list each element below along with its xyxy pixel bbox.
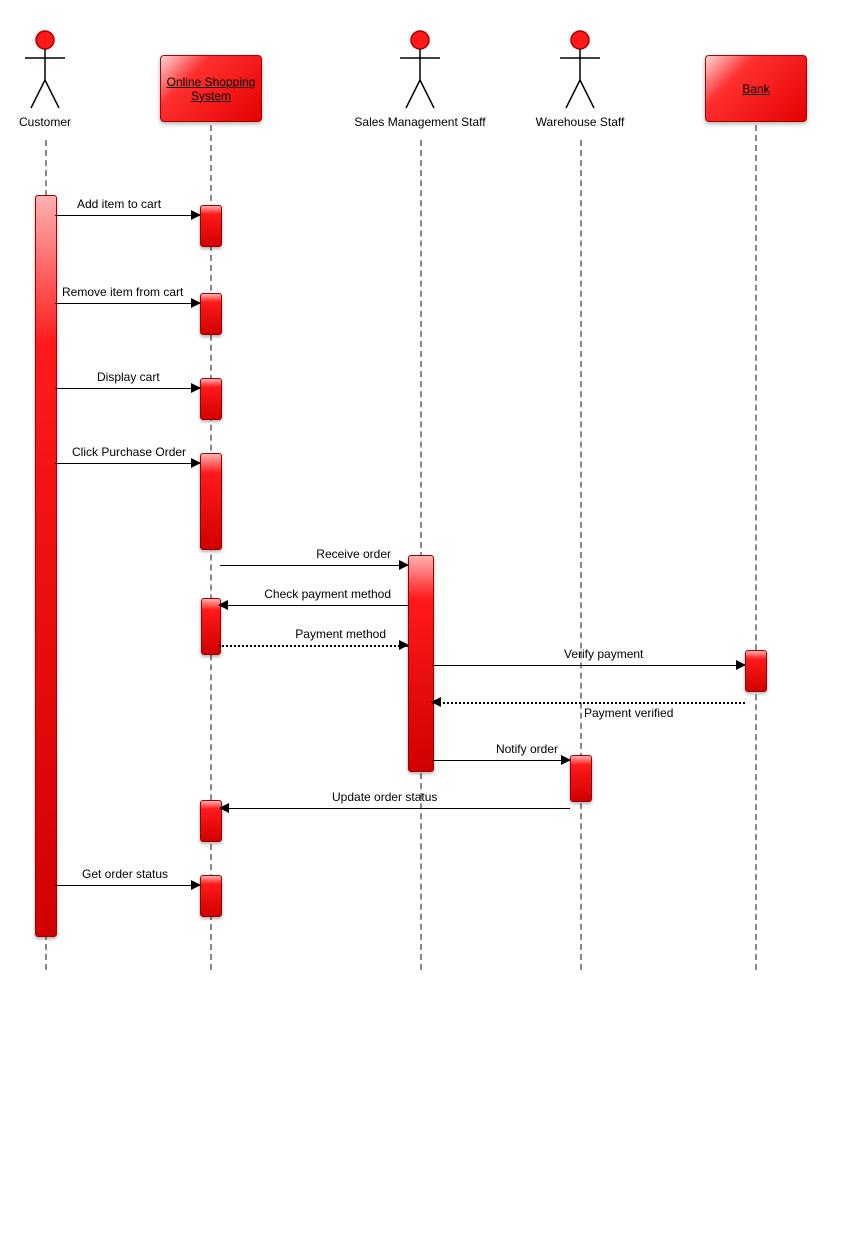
sequence-diagram: Customer Online Shopping System Sales Ma… [0,0,850,1255]
participant-bank: Bank [705,55,807,122]
actor-warehouse [560,30,600,110]
activation-system-2 [200,293,222,335]
lifeline-bank [755,125,757,970]
activation-system-4 [200,453,222,550]
activation-warehouse [570,755,592,802]
activation-customer-main [35,195,57,937]
activation-sales [408,555,434,772]
actor-sales [400,30,440,110]
activation-bank [745,650,767,692]
actor-customer [25,30,65,110]
actor-sales-label: Sales Management Staff [354,115,485,129]
activation-system-3 [200,378,222,420]
actor-warehouse-label: Warehouse Staff [536,115,625,129]
lifeline-warehouse [580,140,582,970]
activation-system-7 [200,875,222,917]
participant-system: Online Shopping System [160,55,262,122]
actor-customer-label: Customer [19,115,71,129]
activation-system-1 [200,205,222,247]
